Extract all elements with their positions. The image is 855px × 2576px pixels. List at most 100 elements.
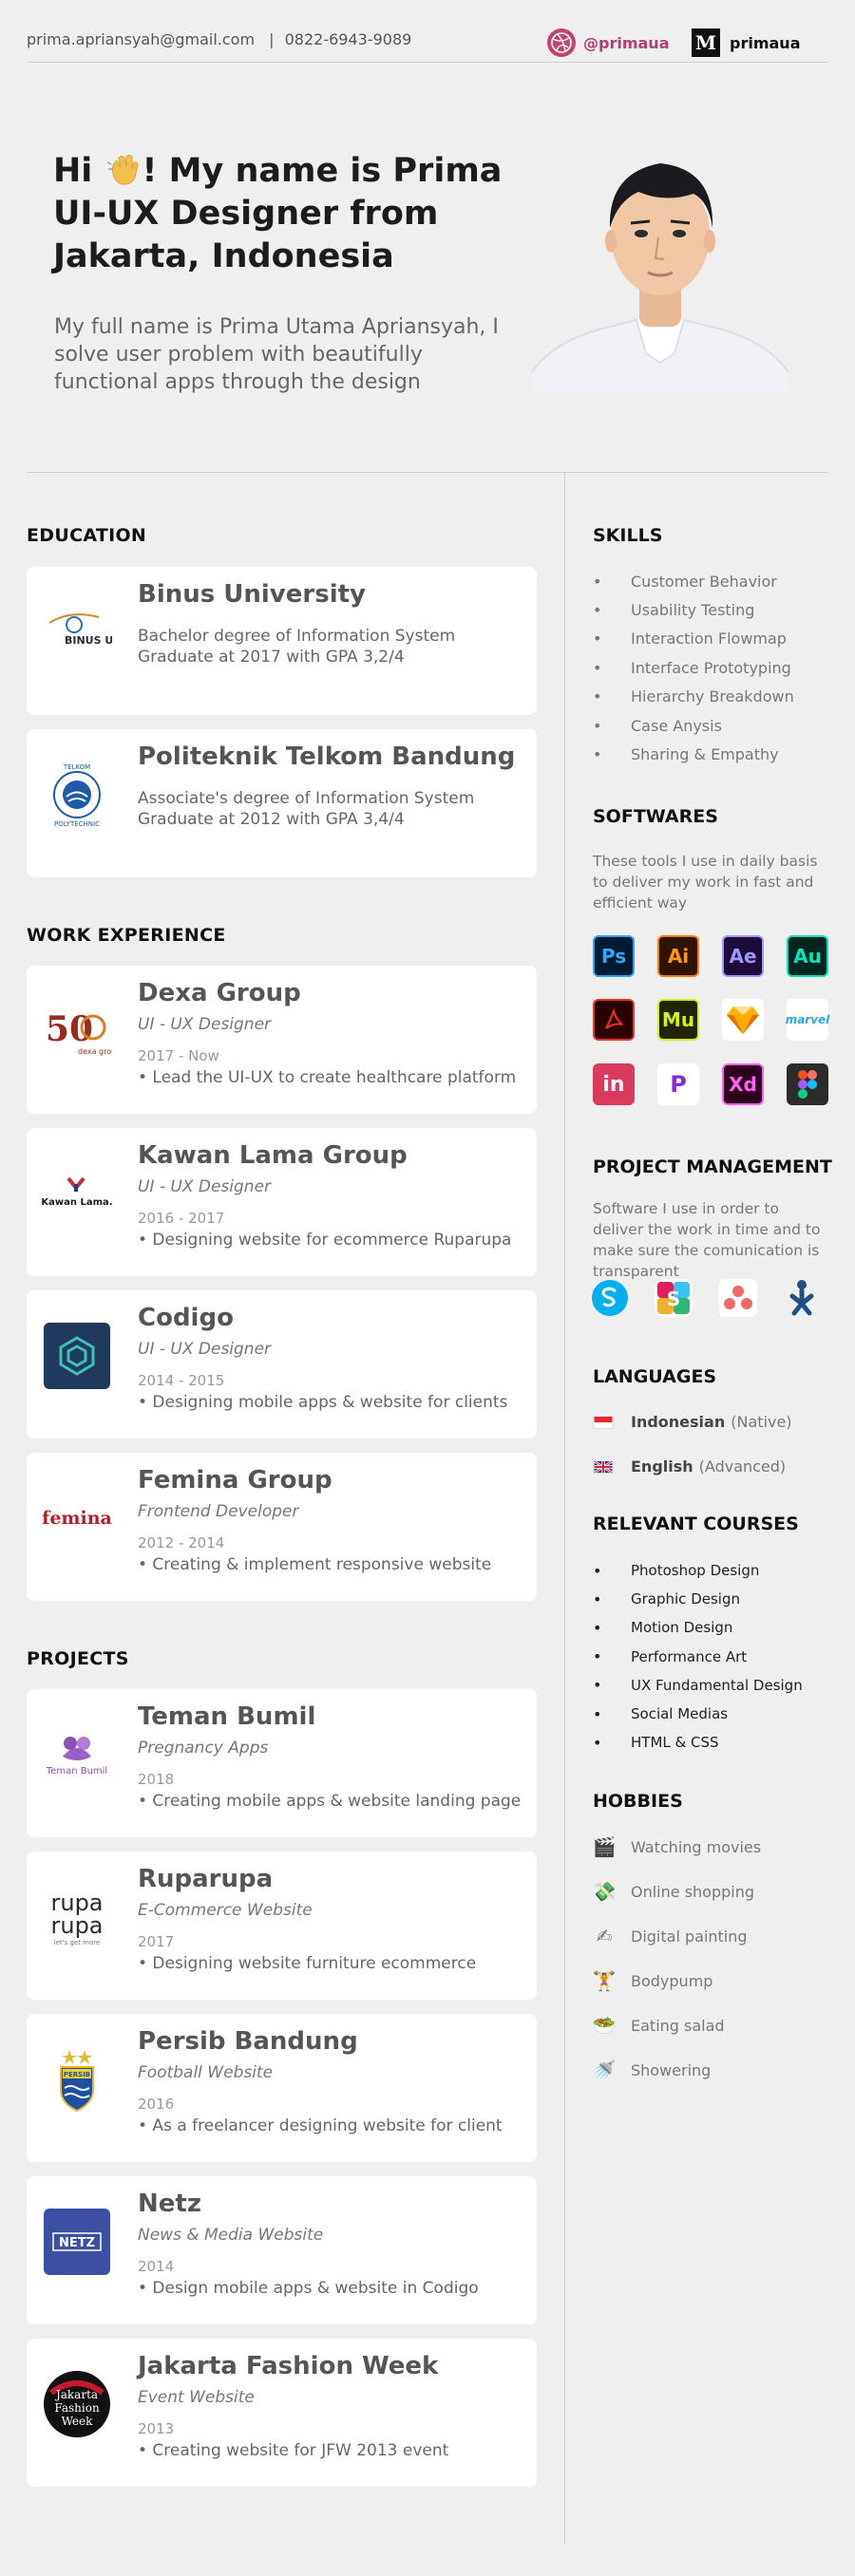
svg-text:TELKOM: TELKOM [63,763,90,771]
courses-title: RELEVANT COURSES [593,1514,799,1534]
work-title: WORK EXPERIENCE [27,925,226,946]
project-type: News & Media Website [138,2226,324,2245]
illustrator-icon: Ai [657,935,699,977]
work-date: 2014 - 2015 [138,1372,225,1389]
education-card-telkom: TELKOM POLYTECHNIC Politeknik Telkom Ban… [27,729,537,877]
dribbble-handle: @primaua [583,33,670,52]
contact-bar: prima.apriansyah@gmail.com | 0822-6943-9… [27,28,828,63]
ruparupa-logo-tagline: let's get more [54,1939,101,1946]
projects-title: PROJECTS [27,1648,129,1669]
work-date: 2017 - Now [138,1047,219,1064]
project-desc: • As a freelancer designing website for … [138,2116,503,2135]
language-item: Indonesian (Native) [593,1413,792,1431]
project-name: Ruparupa [138,1865,274,1893]
hero-greeting: Hi [53,152,93,190]
softwares-desc: These tools I use in daily basis to deli… [593,853,818,912]
hero-title-line1: ! My name is Prima [142,152,503,190]
list-item: • Interface Prototyping [593,658,791,677]
project-type: Pregnancy Apps [138,1739,269,1758]
sketch-icon [722,999,764,1041]
persib-logo-text: PERSIB [64,2071,90,2078]
dexa-group-logo: 50 dexa group [42,996,112,1066]
skype-icon [589,1277,631,1319]
list-item: • Sharing & Empathy [593,745,779,764]
work-date: 2016 - 2017 [138,1210,225,1227]
work-role: UI - UX Designer [138,1015,272,1034]
hobby-item: 💸 Online shopping [592,1880,755,1903]
work-role: UI - UX Designer [138,1177,272,1196]
marvel-icon: marvel [786,999,829,1041]
svg-text:Jakarta: Jakarta [54,2388,98,2401]
muse-icon: Mu [657,999,699,1041]
language-level: (Native) [731,1413,792,1431]
photoshop-icon: Ps [593,935,635,977]
hero-divider [27,472,828,473]
salad-icon: 🥗 [592,2014,617,2037]
medium-icon: M [692,28,720,57]
ruparupa-logo: rupa rupa let's get more [42,1882,112,1952]
dexa-logo-sub: dexa group [78,1047,112,1056]
email-link[interactable]: prima.apriansyah@gmail.com [27,30,255,48]
language-name: English [631,1457,694,1476]
work-card-femina: femina Femina Group Frontend Developer 2… [27,1453,537,1601]
list-item: • Hierarchy Breakdown [593,687,794,706]
persib-bandung-logo: PERSIB [42,2044,112,2115]
project-card-ruparupa[interactable]: rupa rupa let's get more Ruparupa E-Comm… [27,1852,537,2000]
shower-icon: 🚿 [592,2059,617,2081]
courses-list: • Photoshop Design • Graphic Design • Motio… [593,1556,803,1757]
language-item: English (Advanced) [593,1457,786,1476]
ruparupa-logo-word-2: rupa [50,1912,103,1939]
project-card-persib[interactable]: PERSIB Persib Bandung Football Website 2… [27,2014,537,2162]
list-item: • Social Medias [593,1704,729,1723]
project-desc: • Designing website furniture ecommerce [138,1954,477,1973]
project-card-teman-bumil[interactable]: Teman Bumil Teman Bumil Pregnancy Apps 2… [27,1689,537,1837]
kawan-lama-logo-text: Kawan Lama. [42,1197,112,1208]
work-desc: • Lead the UI-UX to create healthcare pl… [138,1068,517,1087]
principle-icon: P [657,1063,699,1105]
jira-icon [781,1277,823,1319]
after-effects-icon: Ae [722,935,764,977]
work-company: Kawan Lama Group [138,1141,408,1170]
list-item: • Graphic Design [593,1589,740,1608]
work-card-dexa: 50 dexa group Dexa Group UI - UX Designe… [27,966,537,1114]
work-company: Codigo [138,1304,234,1332]
language-name: Indonesian [631,1413,726,1431]
indonesia-flag-icon [593,1415,614,1429]
work-company: Femina Group [138,1466,332,1495]
education-name: Binus University [138,580,366,609]
project-date: 2017 [138,1933,175,1950]
project-desc: • Creating website for JFW 2013 event [138,2441,449,2460]
project-date: 2016 [138,2096,175,2113]
education-name: Politeknik Telkom Bandung [138,743,516,771]
list-item: • HTML & CSS [593,1733,719,1752]
project-date: 2018 [138,1771,175,1788]
dribbble-icon [547,28,576,57]
project-name: Teman Bumil [138,1702,316,1731]
education-desc: Associate's degree of Information System… [138,789,475,829]
slack-icon: S [653,1277,694,1319]
phone-link[interactable]: 0822-6943-9089 [285,30,412,48]
work-desc: • Designing mobile apps & website for cl… [138,1393,508,1412]
project-card-jfw[interactable]: Jakarta Fashion Week Jakarta Fashion Wee… [27,2339,537,2487]
contact-separator: | [269,30,275,48]
project-type: Event Website [138,2388,255,2407]
project-name: Jakarta Fashion Week [138,2352,439,2380]
audition-icon: Au [787,935,828,977]
dexa-logo-number: 50 [46,1009,93,1049]
list-item: • Motion Design [593,1618,733,1637]
project-name: Persib Bandung [138,2027,358,2056]
hobby-item: 🥗 Eating salad [592,2014,725,2037]
money-icon: 💸 [592,1880,617,1903]
work-card-codigo: Codigo UI - UX Designer 2014 - 2015 • De… [27,1290,537,1438]
hero-description: My full name is Prima Utama Apriansyah, … [54,315,499,394]
medium-link[interactable]: M primaua [692,28,800,57]
dribbble-link[interactable]: @primaua [547,28,669,57]
xd-icon: Xd [722,1063,764,1105]
list-item: • Performance Art [593,1647,748,1666]
project-date: 2013 [138,2420,175,2437]
hero-title: Hi ! My name is Prima UI-UX Designer fro… [53,150,528,278]
jakarta-fashion-week-logo: Jakarta Fashion Week [42,2369,112,2439]
project-card-netz[interactable]: NETZ Netz News & Media Website 2014 • De… [27,2176,537,2324]
list-item: • UX Fundamental Design [593,1676,803,1695]
project-desc: • Creating mobile apps & website landing… [138,1792,522,1811]
